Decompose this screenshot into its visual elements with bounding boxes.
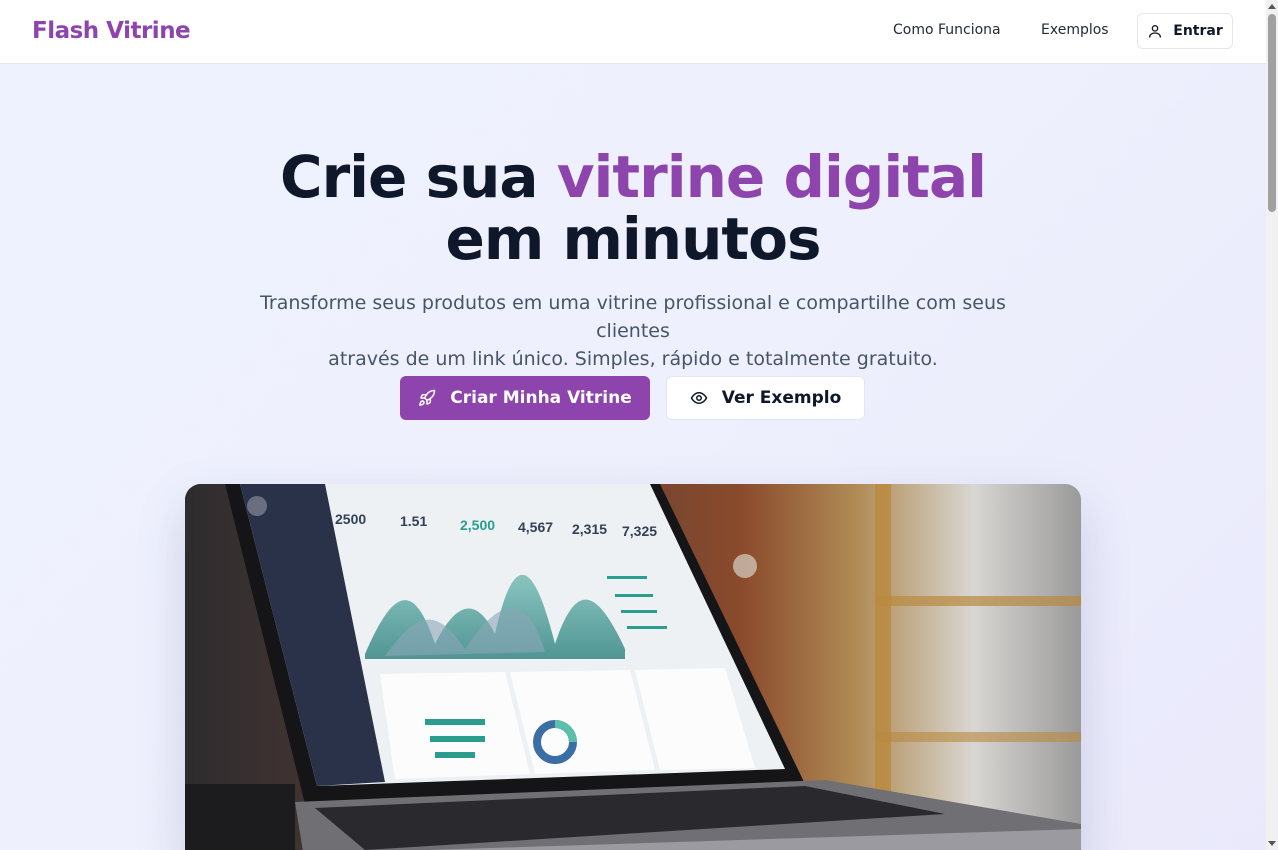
rocket-icon xyxy=(419,389,436,406)
svg-text:2,315: 2,315 xyxy=(572,521,607,537)
hero-title: Crie sua vitrine digital em minutos xyxy=(0,146,1266,270)
svg-text:1.51: 1.51 xyxy=(400,513,427,529)
nav-link-how-it-works[interactable]: Como Funciona xyxy=(893,22,1001,38)
login-button-label: Entrar xyxy=(1173,23,1223,39)
login-button[interactable]: Entrar xyxy=(1137,13,1233,49)
stat-2500: 2500 xyxy=(335,511,366,527)
hero-subtitle-line1: Transforme seus produtos em uma vitrine … xyxy=(260,292,1006,342)
view-example-label: Ver Exemplo xyxy=(721,388,842,408)
hero-title-part1: Crie sua xyxy=(280,143,557,211)
eye-icon xyxy=(690,392,707,404)
hero-title-accent: vitrine digital xyxy=(556,143,987,211)
create-showcase-button[interactable]: Criar Minha Vitrine xyxy=(400,376,650,420)
svg-text:4,567: 4,567 xyxy=(518,519,553,535)
page-scrollbar[interactable] xyxy=(1266,0,1278,850)
user-icon xyxy=(1149,25,1162,38)
hero-title-part2: em minutos xyxy=(445,205,822,273)
svg-text:7,325: 7,325 xyxy=(622,523,657,539)
scrollbar-thumb[interactable] xyxy=(1268,14,1276,212)
hero-subtitle: Transforme seus produtos em uma vitrine … xyxy=(233,289,1033,373)
brand-logo[interactable]: Flash Vitrine xyxy=(32,18,191,44)
create-showcase-label: Criar Minha Vitrine xyxy=(450,388,632,408)
hero-subtitle-line2: através de um link único. Simples, rápid… xyxy=(328,348,938,370)
svg-text:2,500: 2,500 xyxy=(460,517,495,533)
scroll-up-arrow-icon[interactable] xyxy=(1268,4,1276,9)
scroll-down-arrow-icon[interactable] xyxy=(1268,841,1276,846)
nav-link-examples[interactable]: Exemplos xyxy=(1041,22,1109,38)
laptop-dashboard-photo: 2500 1.51 2,500 4,567 2,315 7,325 xyxy=(185,484,1081,850)
view-example-button[interactable]: Ver Exemplo xyxy=(666,376,865,420)
top-navbar: Flash Vitrine Como Funciona Exemplos Ent… xyxy=(0,0,1266,64)
